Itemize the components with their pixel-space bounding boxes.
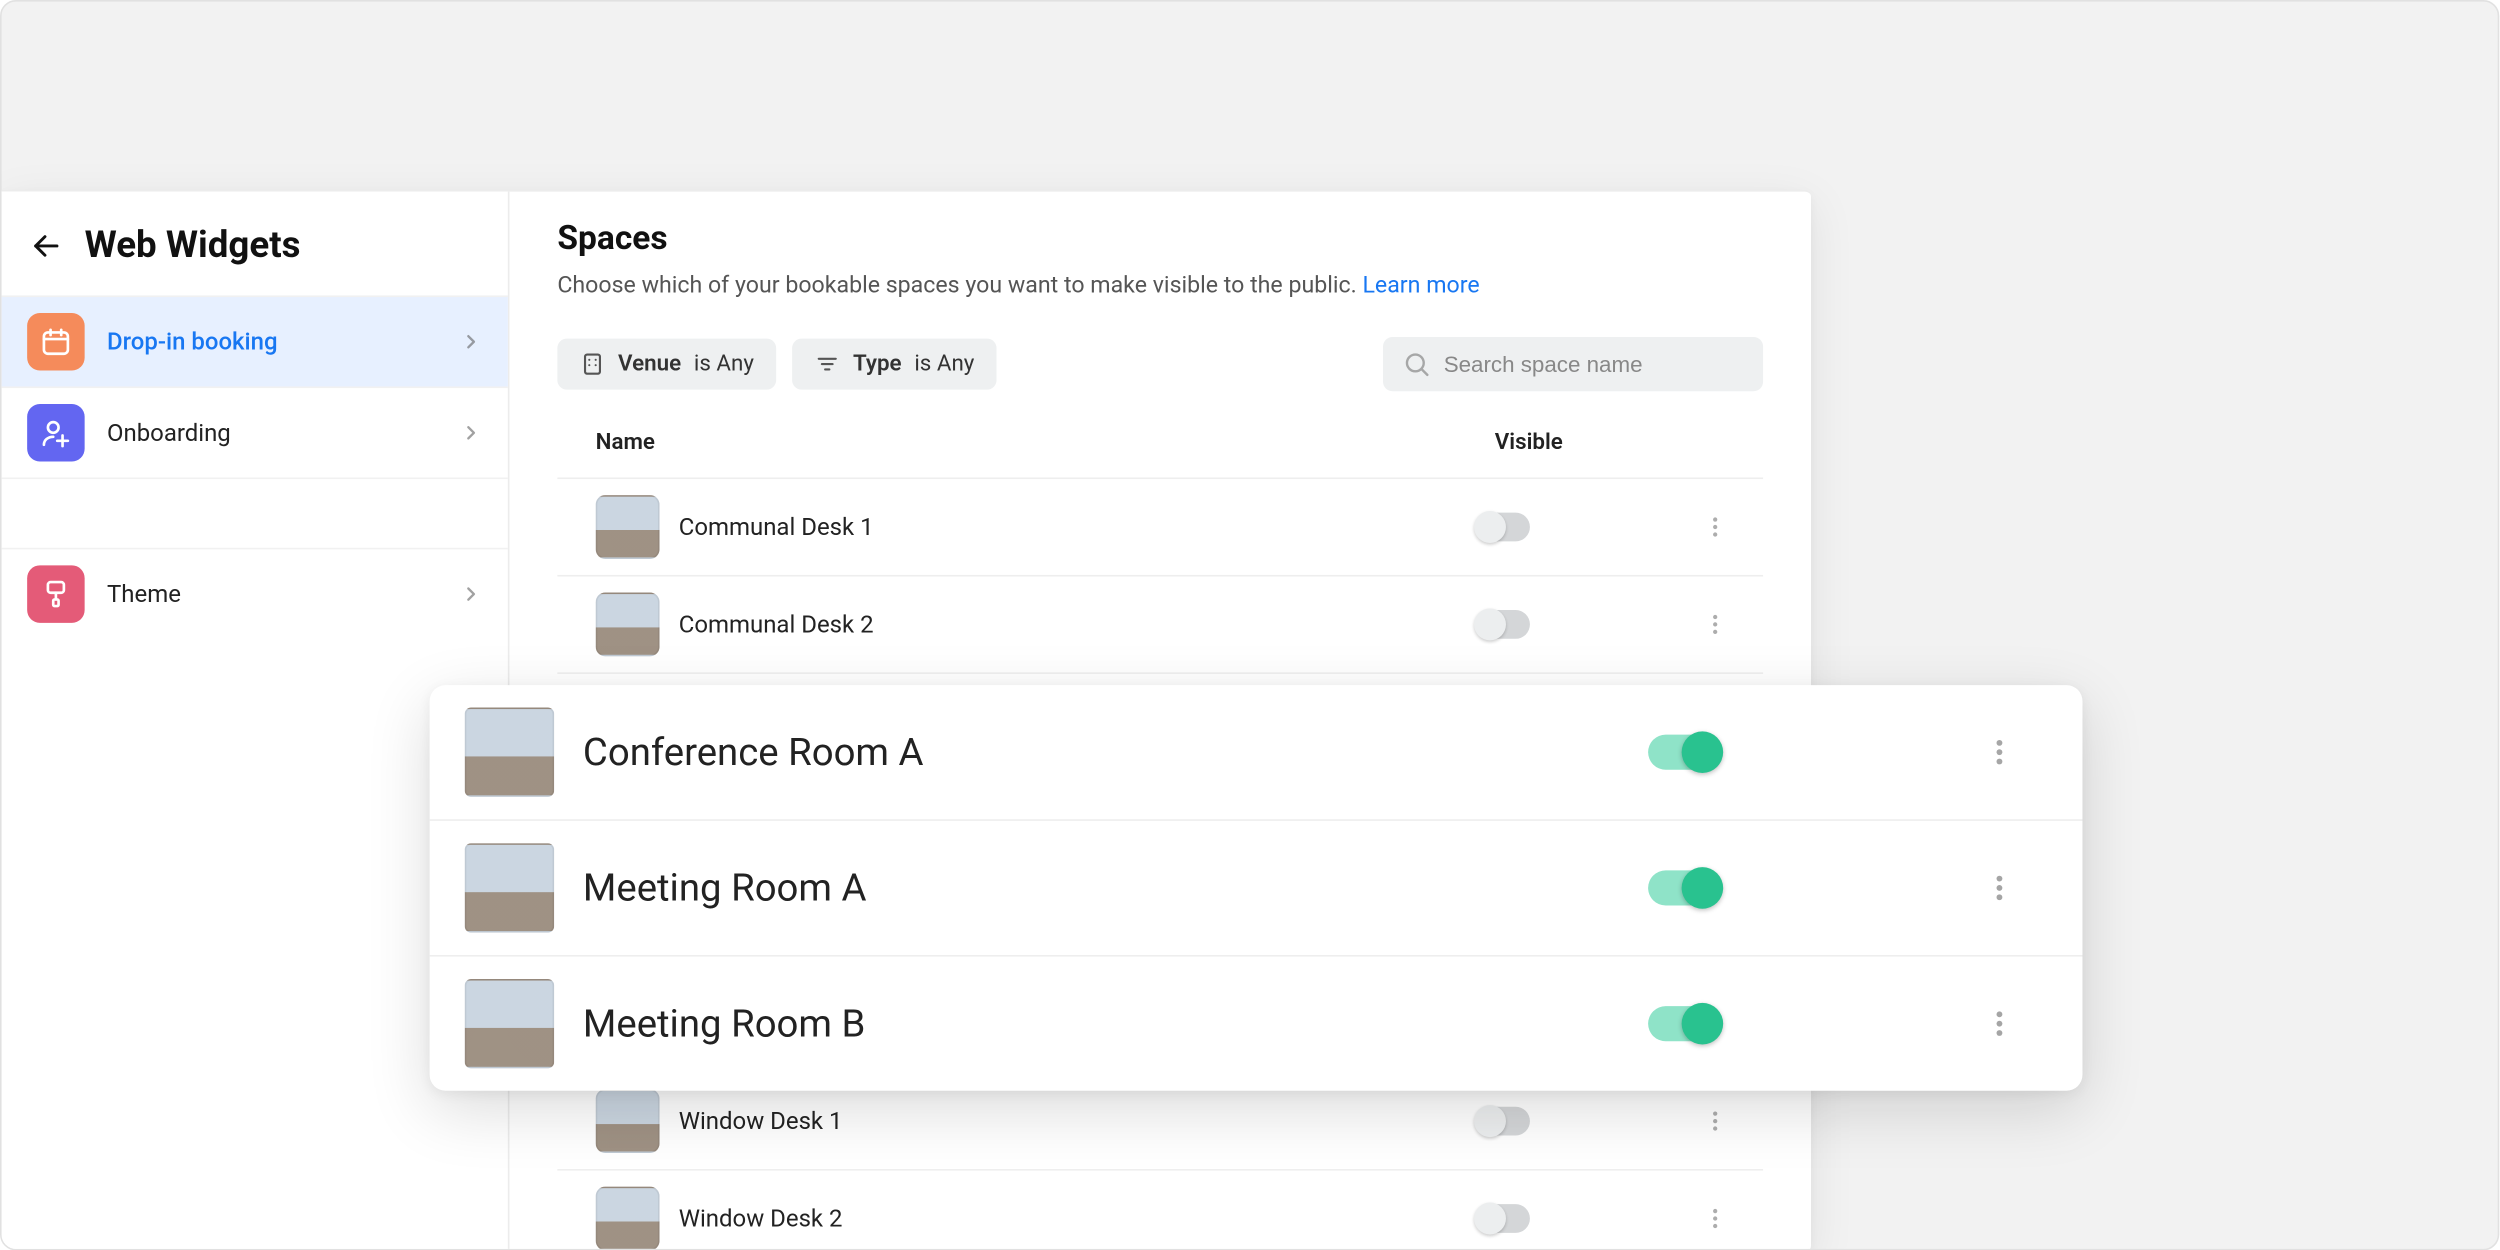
visibility-toggle[interactable] (1476, 610, 1530, 639)
space-thumbnail (596, 1089, 660, 1153)
space-name: Window Desk 2 (679, 1204, 1476, 1233)
space-name: Window Desk 1 (679, 1107, 1476, 1136)
search-field[interactable] (1383, 337, 1763, 391)
filter-type[interactable]: Type is Any (792, 339, 996, 390)
user-plus-icon (27, 404, 84, 461)
space-thumbnail (465, 979, 554, 1068)
sidebar-title: Web Widgets (85, 224, 301, 267)
more-icon[interactable] (1702, 1108, 1728, 1134)
calendar-icon (27, 313, 84, 370)
chevron-right-icon (460, 331, 482, 353)
filter-venue-key: Venue (618, 351, 681, 377)
visibility-toggle[interactable] (1648, 735, 1718, 770)
filter-venue-value: is Any (694, 351, 754, 377)
space-thumbnail (596, 495, 660, 559)
sidebar-item-drop-in-booking[interactable]: Drop-in booking (2, 295, 508, 386)
visibility-toggle[interactable] (1476, 1204, 1530, 1233)
filter-type-value: is Any (914, 351, 974, 377)
table-row: Window Desk 2 (557, 1171, 1763, 1250)
space-thumbnail (596, 592, 660, 656)
filter-venue[interactable]: Venue is Any (557, 339, 776, 390)
page-title: Spaces (557, 220, 1763, 258)
sidebar-item-onboarding[interactable]: Onboarding (2, 386, 508, 477)
column-visible: Visible (1476, 430, 1668, 456)
more-icon[interactable] (1983, 872, 2015, 904)
table-row: Meeting Room A (430, 821, 2083, 957)
more-icon[interactable] (1983, 1008, 2015, 1040)
chevron-right-icon (460, 422, 482, 444)
space-thumbnail (596, 1187, 660, 1250)
toolbar: Venue is Any Type is Any (557, 337, 1763, 391)
space-name: Meeting Room A (583, 866, 1648, 911)
zoom-card: Conference Room A Meeting Room A Meeting… (430, 685, 2083, 1091)
table-row: Meeting Room B (430, 957, 2083, 1091)
more-icon[interactable] (1702, 514, 1728, 540)
space-name: Communal Desk 2 (679, 610, 1476, 639)
page-subtitle-text: Choose which of your bookable spaces you… (557, 271, 1362, 298)
more-icon[interactable] (1983, 736, 2015, 768)
table-row: Communal Desk 1 (557, 479, 1763, 576)
learn-more-link[interactable]: Learn more (1362, 271, 1479, 298)
sidebar-item-label: Theme (107, 580, 438, 609)
search-icon (1402, 350, 1431, 379)
sidebar-divider (2, 478, 508, 548)
table-header: Name Visible (557, 420, 1763, 479)
filter-type-key: Type (853, 351, 902, 377)
page-subtitle: Choose which of your bookable spaces you… (557, 271, 1763, 298)
sidebar-item-theme[interactable]: Theme (2, 548, 508, 639)
space-thumbnail (465, 707, 554, 796)
table-row: Communal Desk 2 (557, 577, 1763, 674)
search-input[interactable] (1444, 351, 1744, 377)
sidebar-item-label: Onboarding (107, 418, 438, 447)
visibility-toggle[interactable] (1648, 870, 1718, 905)
sidebar-item-label: Drop-in booking (107, 327, 438, 356)
paint-icon (27, 565, 84, 622)
space-name: Conference Room A (583, 730, 1648, 775)
visibility-toggle[interactable] (1648, 1006, 1718, 1041)
space-name: Communal Desk 1 (679, 513, 1476, 542)
visibility-toggle[interactable] (1476, 1107, 1530, 1136)
space-name: Meeting Room B (583, 1001, 1648, 1046)
sidebar-header: Web Widgets (2, 192, 508, 296)
building-icon (580, 351, 606, 377)
more-icon[interactable] (1702, 1206, 1728, 1232)
visibility-toggle[interactable] (1476, 513, 1530, 542)
back-icon[interactable] (30, 229, 62, 261)
chevron-right-icon (460, 583, 482, 605)
more-icon[interactable] (1702, 612, 1728, 638)
table-row: Conference Room A (430, 685, 2083, 821)
filter-lines-icon (815, 351, 841, 377)
space-thumbnail (465, 843, 554, 932)
column-name: Name (596, 430, 1476, 456)
